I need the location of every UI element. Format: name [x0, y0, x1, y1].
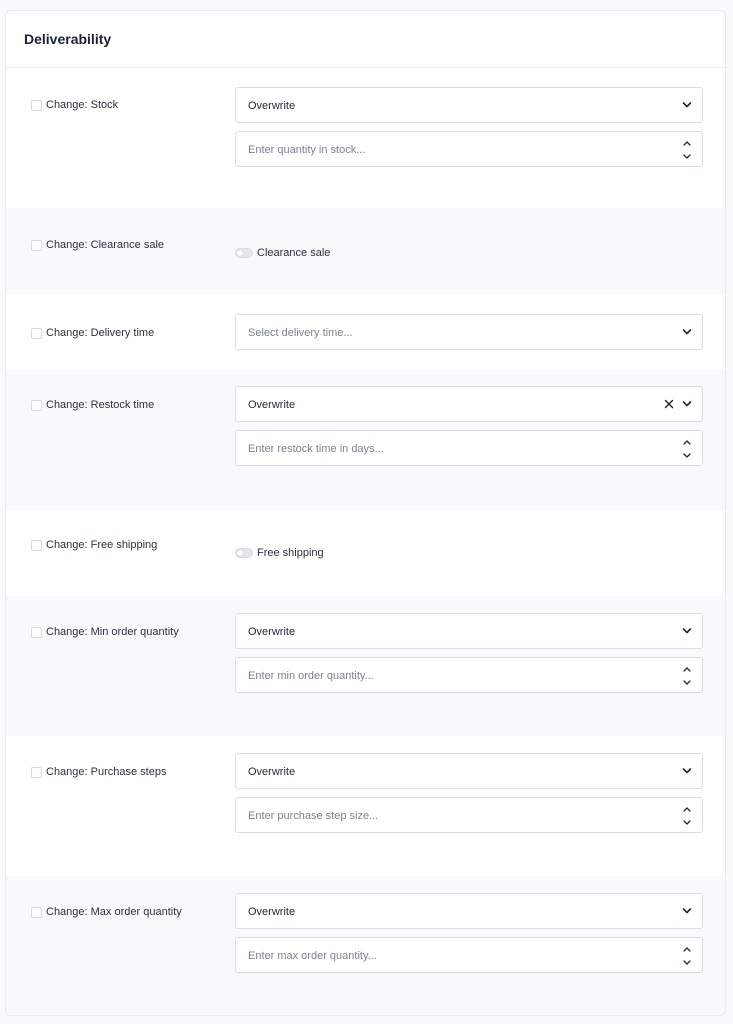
- stock-quantity-input[interactable]: Enter quantity in stock...: [235, 131, 703, 167]
- chevron-down-icon: [682, 908, 692, 914]
- delivery-checkbox-group[interactable]: Change: Delivery time: [31, 327, 154, 339]
- stepper-icon[interactable]: [682, 804, 692, 828]
- stepper-icon[interactable]: [682, 944, 692, 968]
- max-order-quantity-input[interactable]: Enter max order quantity...: [235, 937, 703, 973]
- clearance-toggle-group[interactable]: Clearance sale: [235, 247, 330, 259]
- deliverability-card: Deliverability Change: Stock Overwrite E…: [5, 10, 726, 1016]
- row-stock: Change: Stock Overwrite Enter quantity i…: [6, 68, 725, 208]
- shipping-checkbox-group[interactable]: Change: Free shipping: [31, 539, 157, 551]
- stock-quantity-placeholder: Enter quantity in stock...: [248, 144, 366, 156]
- restock-checkbox-group[interactable]: Change: Restock time: [31, 399, 154, 411]
- row-min-order: Change: Min order quantity Overwrite Ent…: [6, 596, 725, 736]
- row-restock-time: Change: Restock time Overwrite Enter res…: [6, 370, 725, 510]
- max-order-mode-value: Overwrite: [248, 906, 296, 918]
- delivery-checkbox[interactable]: [31, 327, 42, 339]
- row-clearance-sale: Change: Clearance sale Clearance sale: [6, 208, 725, 294]
- min-order-checkbox[interactable]: [31, 626, 42, 638]
- stock-checkbox[interactable]: [31, 99, 42, 111]
- row-delivery-time: Change: Delivery time Select delivery ti…: [6, 294, 725, 370]
- purchase-step-size-placeholder: Enter purchase step size...: [248, 810, 379, 822]
- purchase-steps-mode-value: Overwrite: [248, 766, 296, 778]
- purchase-steps-checkbox[interactable]: [31, 766, 42, 778]
- card-header: Deliverability: [6, 11, 725, 68]
- purchase-step-size-input[interactable]: Enter purchase step size...: [235, 797, 703, 833]
- delivery-label: Change: Delivery time: [46, 327, 155, 339]
- stock-label: Change: Stock: [46, 99, 119, 111]
- max-order-label: Change: Max order quantity: [46, 906, 182, 918]
- restock-checkbox[interactable]: [31, 399, 42, 411]
- purchase-steps-label: Change: Purchase steps: [46, 766, 167, 778]
- row-free-shipping: Change: Free shipping Free shipping: [6, 510, 725, 596]
- delivery-time-placeholder: Select delivery time...: [248, 327, 353, 339]
- shipping-toggle-group[interactable]: Free shipping: [235, 547, 324, 559]
- purchase-steps-checkbox-group[interactable]: Change: Purchase steps: [31, 766, 166, 778]
- stock-checkbox-group[interactable]: Change: Stock: [31, 99, 118, 111]
- max-order-checkbox[interactable]: [31, 906, 42, 918]
- stock-mode-select[interactable]: Overwrite: [235, 87, 703, 123]
- chevron-down-icon: [682, 768, 692, 774]
- shipping-toggle-label: Free shipping: [257, 547, 324, 559]
- restock-days-input[interactable]: Enter restock time in days...: [235, 430, 703, 466]
- stock-mode-value: Overwrite: [248, 100, 296, 112]
- shipping-toggle[interactable]: [235, 548, 253, 558]
- restock-mode-value: Overwrite: [248, 399, 296, 411]
- min-order-mode-select[interactable]: Overwrite: [235, 613, 703, 649]
- clearance-checkbox-group[interactable]: Change: Clearance sale: [31, 239, 164, 251]
- shipping-label: Change: Free shipping: [46, 539, 158, 551]
- max-order-quantity-placeholder: Enter max order quantity...: [248, 950, 377, 962]
- min-order-mode-value: Overwrite: [248, 626, 296, 638]
- chevron-down-icon: [682, 401, 692, 407]
- clearance-checkbox[interactable]: [31, 239, 42, 251]
- chevron-down-icon: [682, 628, 692, 634]
- stepper-icon[interactable]: [682, 138, 692, 162]
- clearance-toggle[interactable]: [235, 248, 253, 258]
- card-title: Deliverability: [24, 31, 112, 47]
- clearance-label: Change: Clearance sale: [46, 239, 165, 251]
- max-order-checkbox-group[interactable]: Change: Max order quantity: [31, 906, 182, 918]
- purchase-steps-mode-select[interactable]: Overwrite: [235, 753, 703, 789]
- chevron-down-icon: [682, 102, 692, 108]
- restock-label: Change: Restock time: [46, 399, 155, 411]
- max-order-mode-select[interactable]: Overwrite: [235, 893, 703, 929]
- chevron-down-icon: [682, 329, 692, 335]
- clearance-toggle-label: Clearance sale: [257, 247, 331, 259]
- min-order-quantity-placeholder: Enter min order quantity...: [248, 670, 374, 682]
- delivery-time-select[interactable]: Select delivery time...: [235, 314, 703, 350]
- stepper-icon[interactable]: [682, 437, 692, 461]
- min-order-checkbox-group[interactable]: Change: Min order quantity: [31, 626, 179, 638]
- shipping-checkbox[interactable]: [31, 539, 42, 551]
- restock-days-placeholder: Enter restock time in days...: [248, 443, 384, 455]
- min-order-label: Change: Min order quantity: [46, 626, 179, 638]
- stepper-icon[interactable]: [682, 664, 692, 688]
- close-icon[interactable]: [664, 399, 674, 409]
- row-max-order: Change: Max order quantity Overwrite Ent…: [6, 876, 725, 1015]
- restock-mode-select[interactable]: Overwrite: [235, 386, 703, 422]
- row-purchase-steps: Change: Purchase steps Overwrite Enter p…: [6, 736, 725, 876]
- min-order-quantity-input[interactable]: Enter min order quantity...: [235, 657, 703, 693]
